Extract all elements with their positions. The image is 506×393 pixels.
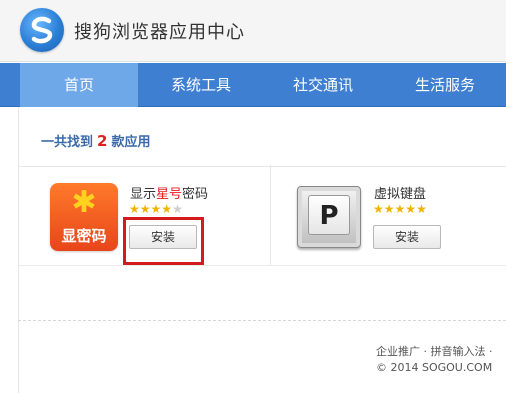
asterisk-icon: ✱ xyxy=(71,185,97,220)
result-count: 一共找到 2 款应用 xyxy=(41,131,150,150)
star-icon: ★ xyxy=(373,202,384,216)
app-name-part: 密码 xyxy=(182,187,209,202)
nav-system-tools[interactable]: 系统工具 xyxy=(140,63,262,107)
nav-home[interactable]: 首页 xyxy=(20,63,138,107)
star-icon: ★ xyxy=(129,202,140,216)
divider xyxy=(18,166,506,167)
result-count-suffix: 款应用 xyxy=(111,135,151,150)
divider xyxy=(18,265,506,266)
result-count-prefix: 一共找到 xyxy=(41,135,94,150)
main-nav: 首页 系统工具 社交通讯 生活服务 xyxy=(0,63,506,107)
star-icon: ★ xyxy=(139,202,151,216)
show-password-app-icon[interactable]: ✱ 显密码 xyxy=(50,183,118,251)
page-title: 搜狗浏览器应用中心 xyxy=(74,22,245,43)
annotation-highlight-box xyxy=(123,217,204,265)
star-icon: ★ xyxy=(416,202,427,216)
virtual-keyboard-app-icon[interactable]: P xyxy=(297,186,361,248)
star-icon: ★ xyxy=(161,202,173,216)
dashed-divider xyxy=(18,320,506,321)
swirl-icon xyxy=(31,16,53,44)
app-header: 搜狗浏览器应用中心 xyxy=(0,0,506,62)
footer-links[interactable]: 企业推广 · 拼音输入法 · xyxy=(376,343,492,359)
app-icon-label: 显密码 xyxy=(61,227,107,245)
key-p-icon: P xyxy=(308,195,350,235)
app-name-virtual-keyboard[interactable]: 虚拟键盘 xyxy=(374,183,426,202)
result-count-number: 2 xyxy=(97,132,108,150)
star-icon: ★ xyxy=(394,202,406,216)
nav-life-services[interactable]: 生活服务 xyxy=(384,63,506,107)
star-icon: ★ xyxy=(383,202,395,216)
sogou-logo-icon[interactable] xyxy=(20,8,64,52)
rating-stars: ★★★★★ xyxy=(373,203,427,215)
rating-stars: ★★★★★ xyxy=(129,203,183,215)
footer-copyright: © 2014 SOGOU.COM xyxy=(376,361,493,374)
star-icon: ★ xyxy=(172,202,183,216)
app-name-show-password[interactable]: 显示星号密码 xyxy=(130,183,208,202)
app-name-part: 显示 xyxy=(130,187,157,202)
install-button[interactable]: 安装 xyxy=(373,225,441,249)
star-icon: ★ xyxy=(405,202,417,216)
column-divider xyxy=(270,165,271,265)
nav-social[interactable]: 社交通讯 xyxy=(262,63,384,107)
star-icon: ★ xyxy=(150,202,162,216)
app-name-highlight: 星号 xyxy=(156,187,183,202)
